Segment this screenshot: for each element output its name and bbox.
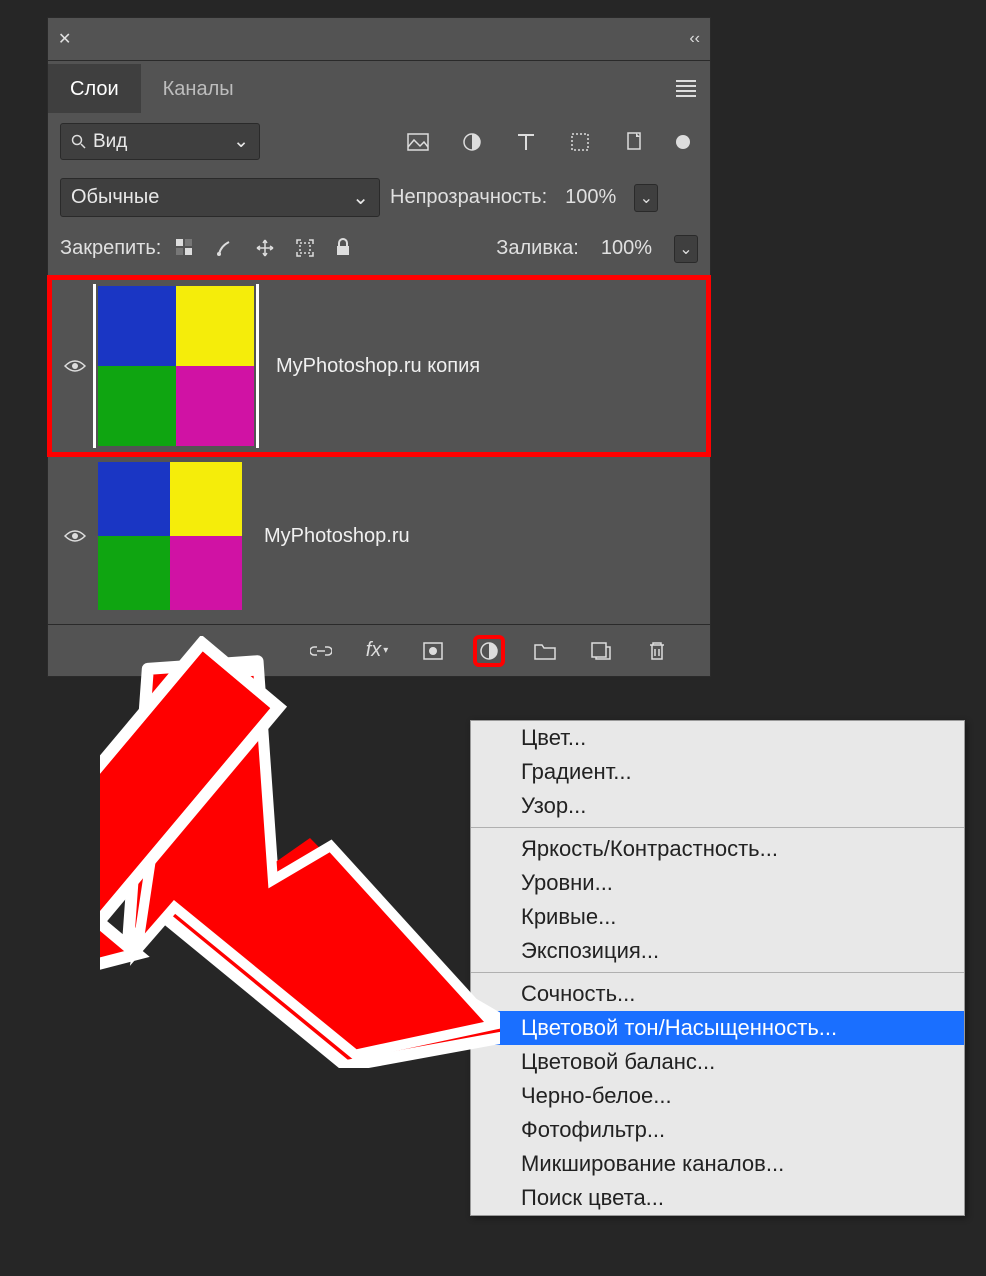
collapse-icon[interactable]: ‹‹ xyxy=(689,30,700,48)
chevron-down-icon: ⌄ xyxy=(352,185,369,210)
menu-item[interactable]: Экспозиция... xyxy=(471,934,964,968)
lock-row: Закрепить: Заливка: 100% ⌄ xyxy=(48,225,710,272)
lock-artboard-icon[interactable] xyxy=(295,238,317,260)
opacity-value[interactable]: 100% xyxy=(557,182,624,213)
layer-thumb xyxy=(98,462,242,610)
filter-shape-icon[interactable] xyxy=(568,130,592,154)
mask-icon[interactable] xyxy=(421,639,445,663)
menu-item[interactable]: Уровни... xyxy=(471,866,964,900)
tab-layers[interactable]: Слои xyxy=(48,64,141,113)
lock-paint-icon[interactable] xyxy=(215,238,237,260)
fill-value[interactable]: 100% xyxy=(593,233,660,264)
tab-channels[interactable]: Каналы xyxy=(141,64,256,113)
lock-all-icon[interactable] xyxy=(335,238,357,260)
close-icon[interactable]: ✕ xyxy=(58,29,71,49)
search-icon xyxy=(71,134,87,150)
layer-thumb xyxy=(98,286,254,446)
blend-mode-value: Обычные xyxy=(71,186,159,209)
filter-icons xyxy=(406,130,698,154)
filter-smart-icon[interactable] xyxy=(622,130,646,154)
new-layer-icon[interactable] xyxy=(589,639,613,663)
menu-item[interactable]: Черно-белое... xyxy=(471,1079,964,1113)
layers-actions: fx▾ xyxy=(48,624,710,676)
layer-list: MyPhotoshop.ru копия MyPhotoshop.ru xyxy=(48,272,710,624)
panel-menu-icon[interactable] xyxy=(676,77,696,100)
group-icon[interactable] xyxy=(533,639,557,663)
layer-name[interactable]: MyPhotoshop.ru xyxy=(264,525,410,548)
layer-filter-label: Вид xyxy=(93,131,127,153)
menu-item-hue-saturation[interactable]: Цветовой тон/Насыщенность... xyxy=(471,1011,964,1045)
panel-tabs: Слои Каналы xyxy=(48,61,710,113)
layers-panel: ✕ ‹‹ Слои Каналы Вид ⌄ Обычные ⌄ Непрозра… xyxy=(47,17,711,677)
menu-item[interactable]: Фотофильтр... xyxy=(471,1113,964,1147)
visibility-icon[interactable] xyxy=(60,528,90,544)
menu-item[interactable]: Цветовой баланс... xyxy=(471,1045,964,1079)
menu-item[interactable]: Микширование каналов... xyxy=(471,1147,964,1181)
menu-separator xyxy=(471,827,964,828)
filter-adjust-icon[interactable] xyxy=(460,130,484,154)
fill-label: Заливка: xyxy=(496,237,579,260)
blend-row: Обычные ⌄ Непрозрачность: 100% ⌄ xyxy=(48,170,710,225)
fill-stepper[interactable]: ⌄ xyxy=(674,235,698,263)
menu-separator xyxy=(471,972,964,973)
lock-position-icon[interactable] xyxy=(255,238,277,260)
opacity-label: Непрозрачность: xyxy=(390,186,547,209)
filter-row: Вид ⌄ xyxy=(48,113,710,170)
menu-item[interactable]: Узор... xyxy=(471,789,964,823)
layer-filter-select[interactable]: Вид ⌄ xyxy=(60,123,260,160)
lock-icons xyxy=(175,238,357,260)
lock-pixels-icon[interactable] xyxy=(175,238,197,260)
fx-icon[interactable]: fx▾ xyxy=(365,639,389,663)
menu-item[interactable]: Поиск цвета... xyxy=(471,1181,964,1215)
annotation-arrow-clean xyxy=(100,636,500,1076)
menu-item[interactable]: Кривые... xyxy=(471,900,964,934)
filter-text-icon[interactable] xyxy=(514,130,538,154)
trash-icon[interactable] xyxy=(645,639,669,663)
menu-item[interactable]: Градиент... xyxy=(471,755,964,789)
annotation-arrow xyxy=(100,638,500,1068)
layer-name[interactable]: MyPhotoshop.ru копия xyxy=(276,355,480,378)
visibility-icon[interactable] xyxy=(60,358,90,374)
filter-image-icon[interactable] xyxy=(406,130,430,154)
blend-mode-select[interactable]: Обычные ⌄ xyxy=(60,178,380,217)
layer-row[interactable]: MyPhotoshop.ru копия xyxy=(52,280,706,452)
adjustment-layer-icon[interactable] xyxy=(477,639,501,663)
layer-row[interactable]: MyPhotoshop.ru xyxy=(52,456,706,616)
link-icon[interactable] xyxy=(309,639,333,663)
opacity-stepper[interactable]: ⌄ xyxy=(634,184,658,212)
panel-titlebar: ✕ ‹‹ xyxy=(48,18,710,61)
adjustment-menu: Цвет... Градиент... Узор... Яркость/Конт… xyxy=(470,720,965,1216)
lock-label: Закрепить: xyxy=(60,237,161,260)
menu-item[interactable]: Цвет... xyxy=(471,721,964,755)
filter-toggle[interactable] xyxy=(676,135,690,149)
chevron-down-icon: ⌄ xyxy=(233,130,249,153)
menu-item[interactable]: Яркость/Контрастность... xyxy=(471,832,964,866)
menu-item[interactable]: Сочность... xyxy=(471,977,964,1011)
